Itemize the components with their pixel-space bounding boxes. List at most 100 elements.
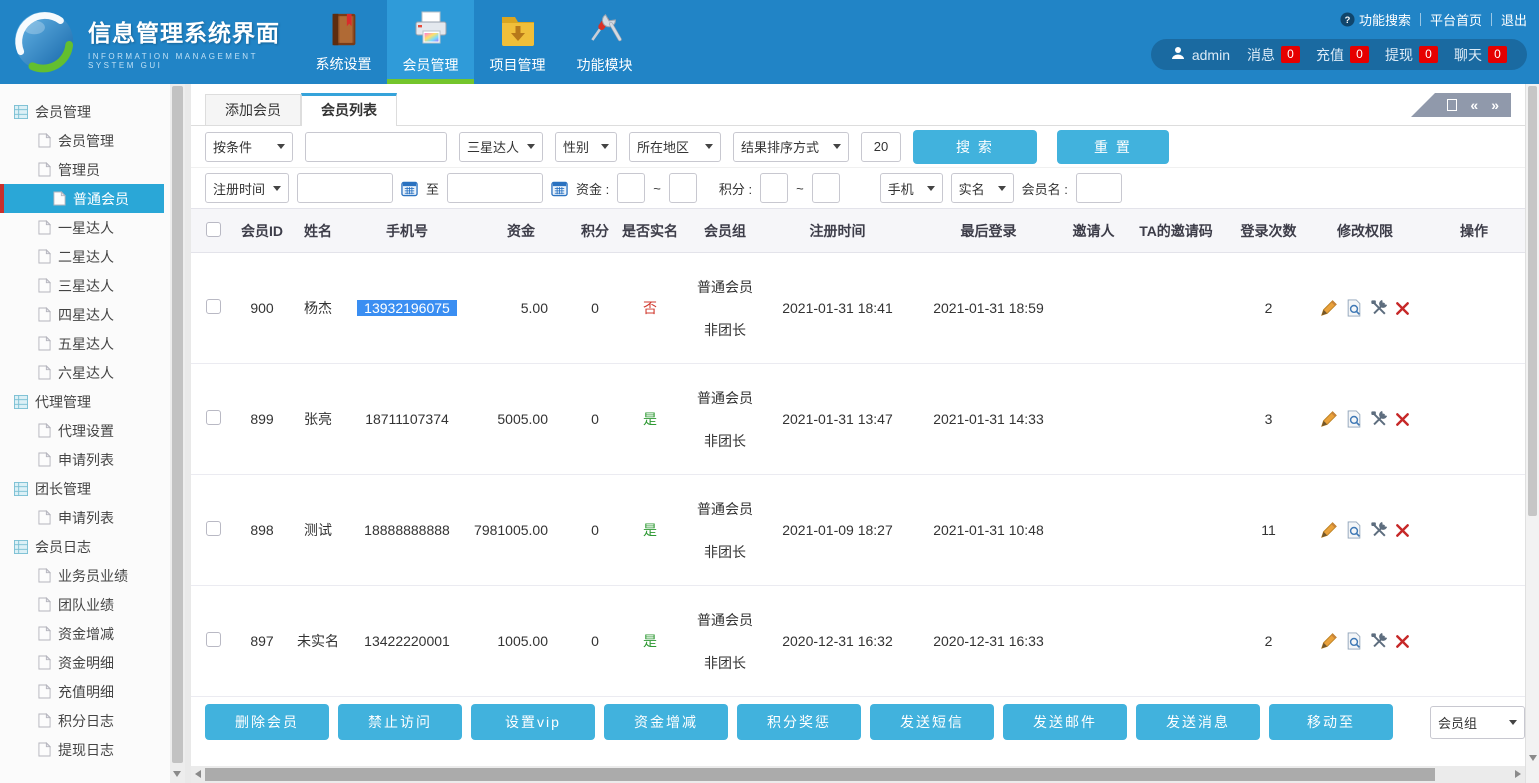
row-checkbox[interactable]	[206, 299, 221, 314]
tools-icon[interactable]	[1370, 299, 1388, 317]
sidebar-section-0[interactable]: 会员管理	[0, 97, 170, 126]
horizontal-scrollbar[interactable]	[191, 766, 1525, 783]
scrollbar-down-icon[interactable]	[1529, 755, 1537, 761]
delete-x-icon[interactable]	[1395, 523, 1410, 538]
sidebar-item[interactable]: 提现日志	[0, 735, 164, 764]
bulk-action-button-3[interactable]: 资金增减	[604, 704, 728, 740]
reset-button[interactable]: 重 置	[1057, 130, 1169, 164]
realname-select[interactable]: 实名	[951, 173, 1014, 203]
sidebar-item[interactable]: 六星达人	[0, 358, 164, 387]
vertical-scrollbar-thumb[interactable]	[1528, 86, 1537, 516]
counter-3[interactable]: 聊天0	[1454, 45, 1507, 65]
tools-icon[interactable]	[1370, 521, 1388, 539]
sidebar-item[interactable]: 三星达人	[0, 271, 164, 300]
sidebar-item[interactable]: 五星达人	[0, 329, 164, 358]
counter-1[interactable]: 充值0	[1316, 45, 1369, 65]
row-checkbox[interactable]	[206, 632, 221, 647]
select-all-checkbox[interactable]	[206, 222, 221, 237]
sidebar-item[interactable]: 资金增减	[0, 619, 164, 648]
gender-select[interactable]: 性别	[555, 132, 617, 162]
sidebar-item[interactable]: 资金明细	[0, 648, 164, 677]
calendar-icon[interactable]	[401, 180, 418, 197]
scrollbar-left-icon[interactable]	[195, 770, 201, 778]
sidebar-scrollbar-thumb[interactable]	[172, 86, 183, 763]
delete-x-icon[interactable]	[1395, 301, 1410, 316]
sidebar-section-1[interactable]: 代理管理	[0, 387, 170, 416]
sidebar-item[interactable]: 会员管理	[0, 126, 164, 155]
sidebar-item[interactable]: 一星达人	[0, 213, 164, 242]
sidebar-item[interactable]: 代理设置	[0, 416, 164, 445]
sidebar-item[interactable]: 管理员	[0, 155, 164, 184]
date-to-input[interactable]	[447, 173, 543, 203]
view-doc-icon[interactable]	[1345, 299, 1363, 317]
edit-pencil-icon[interactable]	[1320, 299, 1338, 317]
region-select[interactable]: 所在地区	[629, 132, 721, 162]
counter-0[interactable]: 消息0	[1247, 45, 1300, 65]
sidebar-section-2[interactable]: 团长管理	[0, 474, 170, 503]
view-doc-icon[interactable]	[1345, 410, 1363, 428]
sort-select[interactable]: 结果排序方式	[733, 132, 849, 162]
quick-link-2[interactable]: 退出	[1501, 10, 1527, 29]
sidebar-item[interactable]: 团队业绩	[0, 590, 164, 619]
bulk-action-button-1[interactable]: 禁止访问	[338, 704, 462, 740]
sidebar-item[interactable]: 二星达人	[0, 242, 164, 271]
member-group-select[interactable]: 会员组	[1430, 706, 1525, 739]
view-doc-icon[interactable]	[1345, 632, 1363, 650]
points-from-input[interactable]	[760, 173, 788, 203]
sidebar-item[interactable]: 积分日志	[0, 706, 164, 735]
edit-pencil-icon[interactable]	[1320, 632, 1338, 650]
row-checkbox[interactable]	[206, 410, 221, 425]
bulk-action-button-8[interactable]: 移动至	[1269, 704, 1393, 740]
edit-pencil-icon[interactable]	[1320, 521, 1338, 539]
search-button[interactable]: 搜 索	[913, 130, 1037, 164]
sidebar-item[interactable]: 充值明细	[0, 677, 164, 706]
scrollbar-right-icon[interactable]	[1515, 770, 1521, 778]
nav-item-folder[interactable]: 项目管理	[474, 0, 561, 84]
sidebar-item[interactable]: 申请列表	[0, 503, 164, 532]
tab-member-list[interactable]: 会员列表	[301, 93, 397, 126]
date-from-input[interactable]	[297, 173, 393, 203]
member-name-input[interactable]	[1076, 173, 1122, 203]
level-select[interactable]: 三星达人	[459, 132, 543, 162]
tools-icon[interactable]	[1370, 410, 1388, 428]
keyword-input[interactable]	[305, 132, 447, 162]
panel-icon[interactable]	[1447, 99, 1457, 111]
user-name[interactable]: admin	[1171, 46, 1230, 63]
sidebar-section-3[interactable]: 会员日志	[0, 532, 170, 561]
horizontal-scrollbar-thumb[interactable]	[205, 768, 1435, 781]
bulk-action-button-5[interactable]: 发送短信	[870, 704, 994, 740]
sidebar-item[interactable]: 四星达人	[0, 300, 164, 329]
bulk-action-button-6[interactable]: 发送邮件	[1003, 704, 1127, 740]
bulk-action-button-0[interactable]: 删除会员	[205, 704, 329, 740]
sidebar-item[interactable]: 业务员业绩	[0, 561, 164, 590]
sidebar-scroll-down-icon[interactable]	[173, 771, 181, 777]
edit-pencil-icon[interactable]	[1320, 410, 1338, 428]
page-vertical-scrollbar[interactable]	[1525, 84, 1539, 783]
delete-x-icon[interactable]	[1395, 412, 1410, 427]
nav-item-printer[interactable]: 会员管理	[387, 0, 474, 84]
counter-2[interactable]: 提现0	[1385, 45, 1438, 65]
scroll-right-icon[interactable]: »	[1491, 98, 1499, 112]
delete-x-icon[interactable]	[1395, 634, 1410, 649]
money-to-input[interactable]	[669, 173, 697, 203]
bulk-action-button-2[interactable]: 设置vip	[471, 704, 595, 740]
sidebar-item[interactable]: 申请列表	[0, 445, 164, 474]
points-to-input[interactable]	[812, 173, 840, 203]
quick-link-0[interactable]: ?功能搜索	[1340, 10, 1411, 29]
nav-item-tools[interactable]: 功能模块	[561, 0, 648, 84]
sidebar-item[interactable]: 普通会员	[0, 184, 164, 213]
bulk-action-button-7[interactable]: 发送消息	[1136, 704, 1260, 740]
view-doc-icon[interactable]	[1345, 521, 1363, 539]
page-size-input[interactable]	[861, 132, 901, 162]
money-from-input[interactable]	[617, 173, 645, 203]
condition-select[interactable]: 按条件	[205, 132, 293, 162]
row-checkbox[interactable]	[206, 521, 221, 536]
tab-add-member[interactable]: 添加会员	[205, 94, 301, 125]
sidebar-scrollbar[interactable]	[170, 84, 185, 783]
calendar-icon[interactable]	[551, 180, 568, 197]
phone-select[interactable]: 手机	[880, 173, 943, 203]
bulk-action-button-4[interactable]: 积分奖惩	[737, 704, 861, 740]
quick-link-1[interactable]: 平台首页	[1430, 10, 1482, 29]
tools-icon[interactable]	[1370, 632, 1388, 650]
scroll-left-icon[interactable]: «	[1470, 98, 1478, 112]
